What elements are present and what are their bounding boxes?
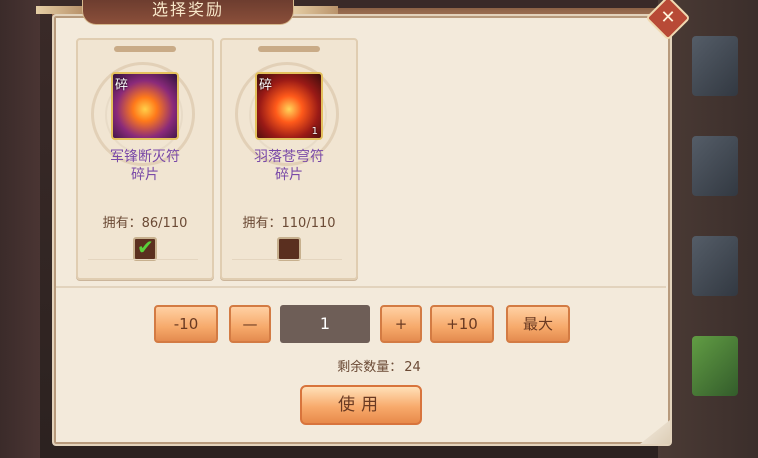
card-item-name-line1: 军锋断灭符	[110, 149, 180, 165]
owned-label: 拥有：	[242, 216, 282, 231]
owned-value: 110/110	[281, 216, 336, 231]
owned-count: 拥有：110/110	[222, 212, 356, 231]
minus-10-button[interactable]: -10	[154, 305, 218, 343]
background-item-thumb	[692, 36, 738, 96]
plus-1-button[interactable]: +	[380, 305, 422, 343]
reward-card-1[interactable]: 碎 军锋断灭符 碎片 拥有：86/110 ✔	[76, 38, 214, 280]
background-item-thumb	[692, 236, 738, 296]
reward-card-2[interactable]: 碎 1 羽落苍穹符 碎片 拥有：110/110	[220, 38, 358, 280]
count-badge: 1	[311, 126, 318, 137]
use-button[interactable]: 使用	[300, 385, 422, 425]
remaining-count: 剩余数量： 24	[0, 356, 758, 375]
background-item-thumb	[692, 136, 738, 196]
title-decoration-right	[292, 6, 338, 14]
quantity-input[interactable]: 1	[280, 305, 370, 343]
card-item-name: 军锋断灭符 碎片	[78, 148, 212, 184]
remaining-value: 24	[404, 360, 421, 375]
background-left	[0, 0, 40, 458]
card-item-name-line1: 羽落苍穹符	[254, 149, 324, 165]
checkmark-icon: ✔	[137, 235, 154, 259]
close-icon[interactable]: ✕	[652, 2, 684, 34]
fragment-badge: 碎	[115, 78, 129, 93]
card-footer-line	[232, 259, 342, 270]
card-footer-line	[88, 259, 198, 270]
talisman-fragment-icon: 碎	[111, 72, 179, 140]
title-bar: 选择奖励	[82, 0, 294, 25]
minus-1-button[interactable]: —	[229, 305, 271, 343]
section-divider	[56, 286, 666, 288]
remaining-label: 剩余数量：	[337, 360, 403, 375]
card-hanger	[258, 46, 320, 52]
talisman-fragment-icon: 碎 1	[255, 72, 323, 140]
owned-label: 拥有：	[102, 216, 142, 231]
card-hanger	[114, 46, 176, 52]
dialog-title: 选择奖励	[151, 0, 224, 19]
plus-10-button[interactable]: +10	[430, 305, 494, 343]
select-checkbox[interactable]: ✔	[133, 235, 157, 261]
owned-count: 拥有：86/110	[78, 212, 212, 231]
card-item-name-line2: 碎片	[131, 167, 159, 183]
max-button[interactable]: 最大	[506, 305, 570, 343]
fragment-badge: 碎	[259, 78, 273, 93]
owned-value: 86/110	[141, 216, 188, 231]
title-decoration-left	[36, 6, 82, 14]
card-item-name: 羽落苍穹符 碎片	[222, 148, 356, 184]
select-checkbox[interactable]	[277, 237, 301, 261]
card-item-name-line2: 碎片	[275, 167, 303, 183]
